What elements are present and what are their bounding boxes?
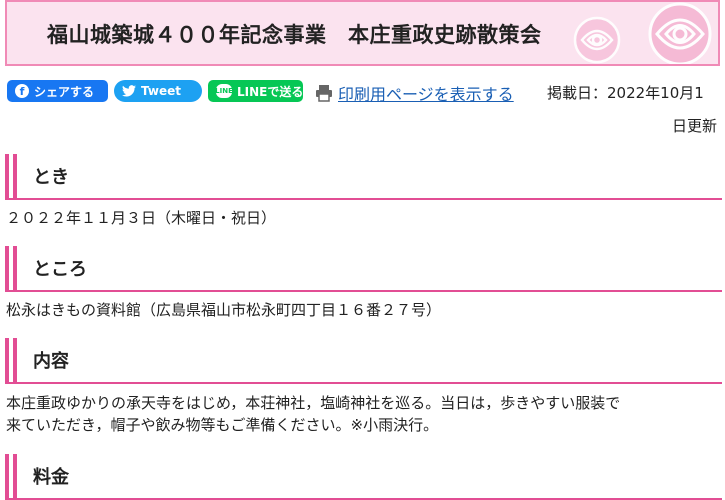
section-heading-content: 内容 [5,338,722,384]
line-share-label: LINEで送る [237,84,304,99]
section-title: とき [33,167,69,188]
section-heading-fee: 料金 [5,454,722,500]
line-icon: LINE [215,84,233,98]
tweet-label: Tweet [141,84,181,98]
share-toolbar: f シェアする Tweet LINE LINEで送る 印刷用ページを表示する 掲… [7,80,722,104]
content-line-1: 本庄重政ゆかりの承天寺をはじめ，本荘神社，塩崎神社を巡る。当日は，歩きやすい服装… [6,394,621,412]
printer-icon[interactable] [315,84,333,102]
section-body-content: 本庄重政ゆかりの承天寺をはじめ，本荘神社，塩崎神社を巡る。当日は，歩きやすい服装… [6,392,718,436]
section-heading-time: とき [5,154,722,200]
page: 福山城築城４００年記念事業 本庄重政史跡散策会 f シェアする Tweet LI… [0,0,725,500]
page-title: 福山城築城４００年記念事業 本庄重政史跡散策会 [47,23,542,47]
rose-decoration-icon [573,16,621,64]
section-body-time: ２０２２年１１月３日（木曜日・祝日） [6,209,277,227]
section-heading-place: ところ [5,246,722,292]
updated-date: 掲載日：2022年10月1 [547,84,704,102]
section-title: ところ [33,259,87,280]
print-page-link[interactable]: 印刷用ページを表示する [338,81,514,105]
facebook-icon: f [15,84,29,98]
title-banner: 福山城築城４００年記念事業 本庄重政史跡散策会 [5,0,720,66]
section-body-place: 松永はきもの資料館（広島県福山市松永町四丁目１６番２７号） [6,301,442,319]
facebook-share-label: シェアする [34,84,95,99]
updated-date-suffix: 日更新 [672,117,718,135]
content-line-2: 来ていただき，帽子や飲み物等もご準備ください。※小雨決行。 [6,416,439,434]
twitter-bird-icon [122,85,136,97]
line-share-button[interactable]: LINE LINEで送る [208,80,303,102]
tweet-button[interactable]: Tweet [114,80,202,102]
section-title: 料金 [33,467,69,488]
section-title: 内容 [33,351,69,372]
facebook-share-button[interactable]: f シェアする [7,80,108,102]
rose-decoration-icon [648,2,712,64]
